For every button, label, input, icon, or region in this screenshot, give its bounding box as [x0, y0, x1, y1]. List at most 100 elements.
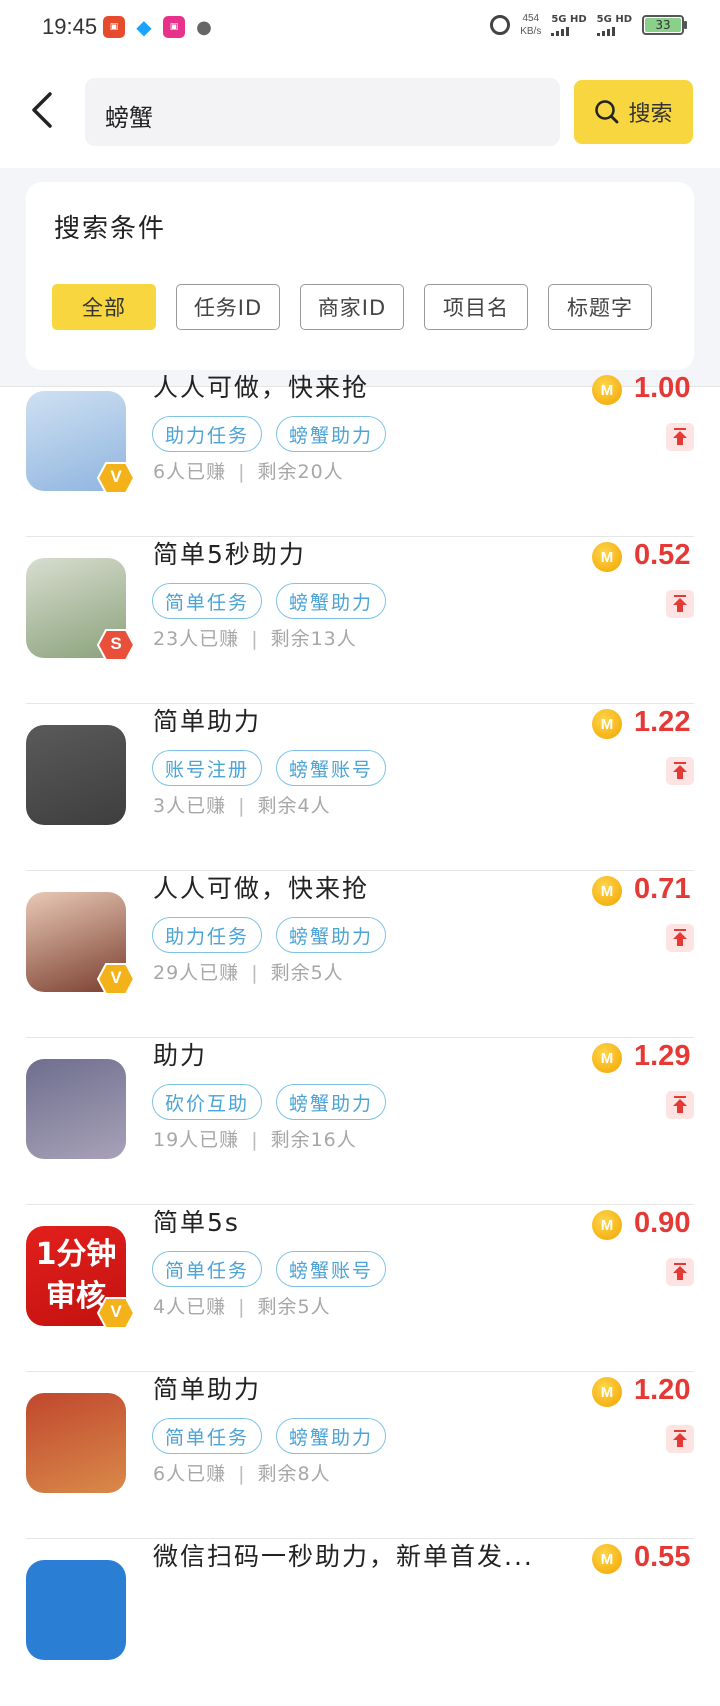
back-arrow-icon[interactable] — [22, 88, 66, 132]
meta-separator: | — [238, 461, 246, 483]
speed-unit: KB/s — [520, 26, 542, 37]
task-row[interactable]: V 人人可做，快来抢 助力任务 螃蟹助力 6人已赚 | 剩余20人 M 1.00 — [0, 365, 720, 537]
badge-label: S — [110, 634, 122, 653]
badge-label: V — [110, 1302, 122, 1321]
task-title: 简单5s — [153, 1208, 240, 1237]
status-bar: 19:45 ▣ ◆ ▣ ● 454 KB/s 5G HD 5G HD 33 — [0, 0, 720, 56]
pin-top-icon[interactable] — [666, 924, 694, 952]
level-s-badge-icon: S — [96, 628, 136, 662]
coin-icon: M — [592, 1544, 622, 1574]
network-speed: 454 KB/s — [520, 12, 541, 38]
app-notification-icon: ▣ — [163, 16, 185, 38]
task-row[interactable]: 简单助力 简单任务 螃蟹助力 6人已赚 | 剩余8人 M 1.20 — [0, 1367, 720, 1539]
earned-count: 6人已赚 — [153, 461, 227, 483]
pin-top-icon[interactable] — [666, 423, 694, 451]
wechat-icon: ● — [193, 16, 215, 38]
badge-label: V — [110, 467, 122, 486]
task-avatar — [26, 1560, 126, 1660]
pin-top-icon[interactable] — [666, 1258, 694, 1286]
task-tag: 简单任务 — [152, 1251, 263, 1287]
task-price: 0.71 — [634, 873, 691, 905]
task-title: 人人可做，快来抢 — [153, 874, 370, 903]
speed-value: 454 — [522, 13, 540, 24]
filter-card: 搜索条件 全部 任务ID 商家ID 项目名 标题字 — [26, 182, 694, 370]
filter-chip[interactable]: 任务ID — [176, 284, 280, 330]
signal-bars-icon — [596, 27, 632, 36]
status-right: 454 KB/s 5G HD 5G HD 33 — [490, 12, 687, 38]
filter-chip[interactable]: 标题字 — [548, 284, 652, 330]
task-row[interactable]: 简单助力账号注册 螃蟹账号 3人已赚 | 剩余4人 M 1.22 — [0, 699, 720, 871]
task-tags: 账号注册 螃蟹账号 — [152, 750, 387, 786]
signal-label: 5G HD — [596, 14, 632, 25]
task-meta: 29人已赚 | 剩余5人 — [153, 958, 344, 985]
coin-icon: M — [592, 1043, 622, 1073]
filter-chip[interactable]: 商家ID — [300, 284, 404, 330]
task-meta: 19人已赚 | 剩余16人 — [153, 1125, 357, 1152]
earned-count: 3人已赚 — [153, 795, 227, 817]
search-input-value[interactable]: 螃蟹 — [105, 98, 153, 133]
battery-level: 33 — [645, 18, 681, 32]
coin-icon: M — [592, 375, 622, 405]
earned-count: 6人已赚 — [153, 1463, 227, 1485]
task-tag: 螃蟹账号 — [276, 1251, 387, 1287]
pin-top-icon[interactable] — [666, 1091, 694, 1119]
task-tag: 螃蟹助力 — [276, 583, 387, 619]
task-tag: 螃蟹账号 — [276, 750, 387, 786]
task-tags: 简单任务 螃蟹账号 — [152, 1251, 387, 1287]
remaining-count: 剩余5人 — [270, 962, 344, 984]
task-row[interactable]: S 简单5秒助力 简单任务 螃蟹助力 23人已赚 | 剩余13人 M 0.52 — [0, 532, 720, 704]
earned-count: 19人已赚 — [153, 1129, 240, 1151]
pin-top-icon[interactable] — [666, 757, 694, 785]
task-row[interactable]: 微信扫码一秒助力，新单首发... M 0.55 — [0, 1534, 720, 1706]
search-button[interactable]: 搜索 — [574, 80, 693, 144]
search-button-label: 搜索 — [628, 102, 673, 127]
remaining-count: 剩余5人 — [257, 1296, 331, 1318]
search-header: 螃蟹 搜索 — [0, 56, 720, 168]
remaining-count: 剩余8人 — [257, 1463, 331, 1485]
meta-separator: | — [251, 962, 259, 984]
pin-top-icon[interactable] — [666, 590, 694, 618]
app-notification-icon: ▣ — [103, 16, 125, 38]
task-row[interactable]: 助力 砍价互助 螃蟹助力 19人已赚 | 剩余16人 M 1.29 — [0, 1033, 720, 1205]
signal-2: 5G HD — [596, 14, 632, 36]
task-title: 简单助力 — [153, 707, 262, 736]
search-input[interactable]: 螃蟹 — [85, 78, 560, 146]
task-avatar — [26, 725, 126, 825]
task-price: 1.22 — [634, 706, 691, 738]
meta-separator: | — [238, 795, 246, 817]
task-row[interactable]: 1分钟 审核 V 简单5s 简单任务 螃蟹账号 4人已赚 | 剩余5人 M 0.90 — [0, 1200, 720, 1372]
task-tag: 砍价互助 — [152, 1084, 263, 1120]
signal-1: 5G HD — [551, 14, 587, 36]
task-tags: 助力任务 螃蟹助力 — [152, 917, 387, 953]
task-price: 1.29 — [634, 1040, 691, 1072]
remaining-count: 剩余4人 — [257, 795, 331, 817]
meta-separator: | — [251, 1129, 259, 1151]
meta-separator: | — [238, 1296, 246, 1318]
verified-v-badge-icon: V — [96, 1296, 136, 1330]
coin-icon: M — [592, 876, 622, 906]
task-tags: 助力任务 螃蟹助力 — [152, 416, 387, 452]
search-icon — [595, 100, 619, 124]
task-tag: 简单任务 — [152, 1418, 263, 1454]
task-tag: 助力任务 — [152, 917, 263, 953]
coin-icon: M — [592, 709, 622, 739]
task-price: 0.55 — [634, 1541, 691, 1573]
pin-top-icon[interactable] — [666, 1425, 694, 1453]
task-tag: 账号注册 — [152, 750, 263, 786]
task-meta: 6人已赚 | 剩余20人 — [153, 457, 344, 484]
earned-count: 23人已赚 — [153, 628, 240, 650]
notification-icons: ▣ ◆ ▣ ● — [103, 15, 215, 39]
filter-chip[interactable]: 项目名 — [424, 284, 528, 330]
remaining-count: 剩余20人 — [257, 461, 344, 483]
task-tag: 简单任务 — [152, 583, 263, 619]
task-title: 微信扫码一秒助力，新单首发... — [153, 1542, 534, 1571]
filter-chip[interactable]: 全部 — [52, 284, 156, 330]
coin-icon: M — [592, 542, 622, 572]
task-tags: 简单任务 螃蟹助力 — [152, 1418, 387, 1454]
meta-separator: | — [238, 1463, 246, 1485]
signal-bars-icon — [551, 27, 586, 36]
task-row[interactable]: V 人人可做，快来抢 助力任务 螃蟹助力 29人已赚 | 剩余5人 M 0.71 — [0, 866, 720, 1038]
task-title: 简单助力 — [153, 1375, 262, 1404]
task-tag: 螃蟹助力 — [276, 416, 387, 452]
earned-count: 4人已赚 — [153, 1296, 227, 1318]
